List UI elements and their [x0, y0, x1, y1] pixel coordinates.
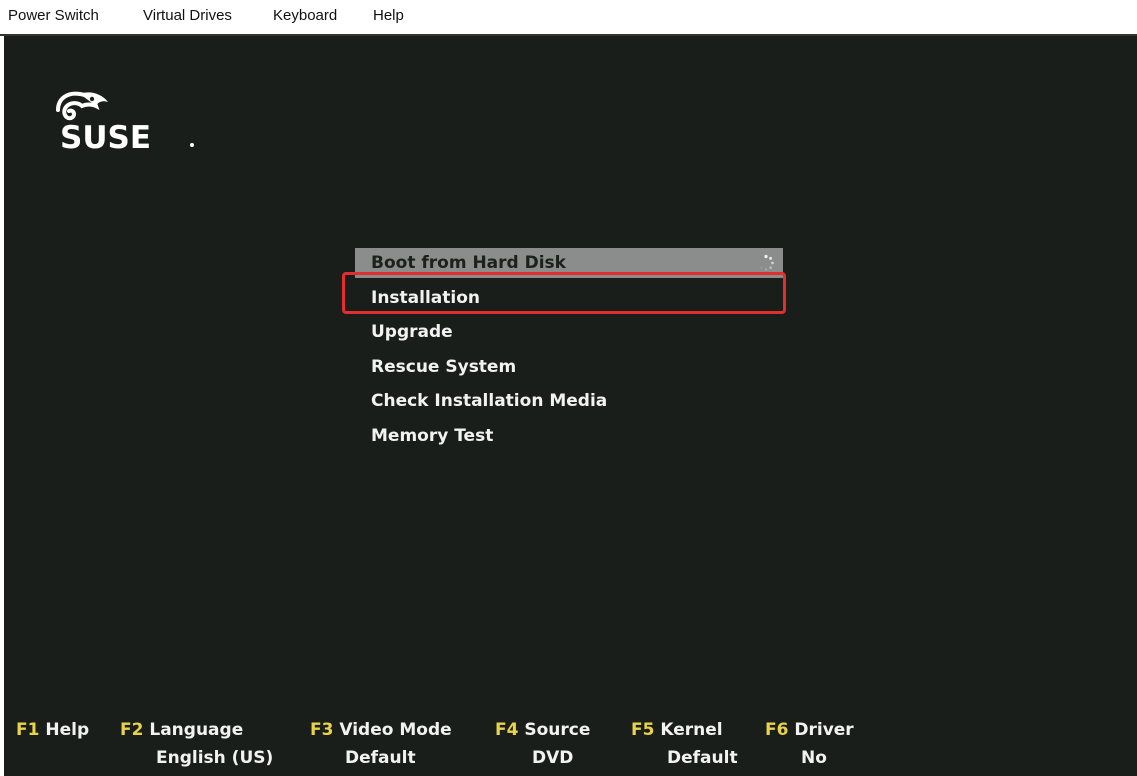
fkey-language[interactable]: F2 Language [120, 720, 243, 740]
console-screen: SUSE Boot from Hard Disk Installation Up… [4, 36, 1137, 776]
fkey-video-mode[interactable]: F3 Video Mode [310, 720, 452, 740]
fkey-label: F3 [310, 720, 334, 740]
boot-item-label: Installation [371, 288, 481, 308]
chameleon-icon [56, 91, 108, 121]
boot-item-upgrade[interactable]: Upgrade [355, 317, 783, 347]
fkey-label: F6 [765, 720, 789, 740]
menu-power-switch[interactable]: Power Switch [8, 7, 99, 24]
fkey-label: F2 [120, 720, 144, 740]
boot-item-label: Boot from Hard Disk [371, 253, 566, 273]
boot-item-label: Rescue System [371, 357, 517, 377]
fkey-help[interactable]: F1 Help [16, 720, 89, 740]
fkey-kernel-value: Default [667, 748, 738, 768]
menu-virtual-drives[interactable]: Virtual Drives [143, 7, 232, 24]
suse-logo: SUSE [56, 91, 194, 152]
fkey-text: Video Mode [339, 720, 452, 740]
boot-item-boot-from-hard-disk[interactable]: Boot from Hard Disk [355, 248, 783, 278]
fkey-source[interactable]: F4 Source [495, 720, 590, 740]
loading-spinner-icon [758, 254, 774, 271]
boot-item-rescue-system[interactable]: Rescue System [355, 352, 783, 382]
boot-item-check-installation-media[interactable]: Check Installation Media [355, 386, 783, 416]
fkey-text: Kernel [660, 720, 723, 740]
boot-item-label: Memory Test [371, 426, 494, 446]
fkey-driver[interactable]: F6 Driver [765, 720, 854, 740]
fkey-source-value: DVD [532, 748, 574, 768]
menu-keyboard[interactable]: Keyboard [273, 7, 337, 24]
menu-help[interactable]: Help [373, 7, 404, 24]
boot-item-memory-test[interactable]: Memory Test [355, 421, 783, 451]
boot-item-label: Upgrade [371, 322, 453, 342]
fkey-text: Language [149, 720, 244, 740]
boot-item-label: Check Installation Media [371, 391, 608, 411]
fkey-label: F4 [495, 720, 519, 740]
fkey-text: Driver [794, 720, 854, 740]
menu-bar: Power Switch Virtual Drives Keyboard Hel… [0, 0, 1137, 36]
fkey-video-mode-value: Default [345, 748, 416, 768]
fkey-text: Help [45, 720, 90, 740]
fkey-language-value: English (US) [156, 748, 274, 768]
fkey-label: F1 [16, 720, 40, 740]
boot-item-installation[interactable]: Installation [355, 283, 783, 313]
fkey-text: Source [524, 720, 591, 740]
fkey-kernel[interactable]: F5 Kernel [631, 720, 723, 740]
suse-logo-text: SUSE [60, 120, 151, 152]
fkey-driver-value: No [801, 748, 827, 768]
fkey-label: F5 [631, 720, 655, 740]
